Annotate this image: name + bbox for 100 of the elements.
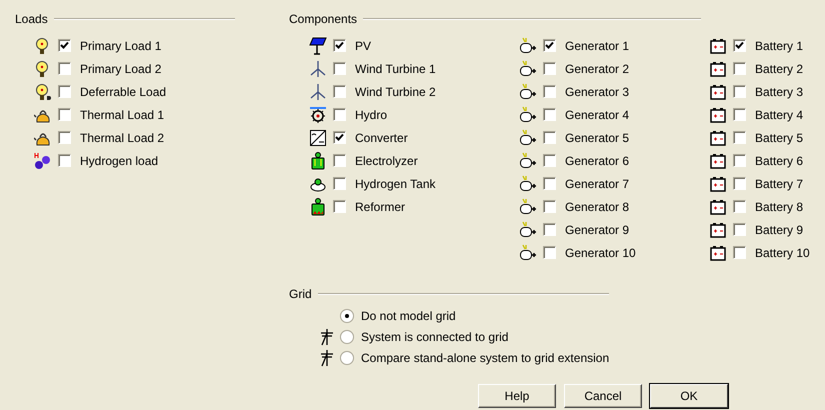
checkbox[interactable] xyxy=(333,154,346,167)
checkbox[interactable] xyxy=(58,62,71,75)
generator-icon xyxy=(519,198,537,216)
checkbox-label[interactable]: PV xyxy=(355,38,372,52)
radio-button[interactable] xyxy=(340,308,354,322)
battery-icon xyxy=(709,128,727,146)
battery-icon xyxy=(709,220,727,238)
dialog-button[interactable]: Cancel xyxy=(564,384,642,408)
checkbox[interactable] xyxy=(733,108,746,121)
dialog-button[interactable]: Help xyxy=(478,384,556,408)
battery-icon xyxy=(709,244,727,262)
checkbox-label[interactable]: Battery 8 xyxy=(755,200,804,214)
reformer-icon xyxy=(309,198,327,216)
checkbox-label[interactable]: Wind Turbine 2 xyxy=(355,84,436,98)
checkbox[interactable] xyxy=(333,200,346,213)
checkbox[interactable] xyxy=(733,39,746,52)
battery-icon xyxy=(709,174,727,192)
generator-icon xyxy=(519,152,537,170)
checkbox-label[interactable]: Thermal Load 1 xyxy=(80,108,164,122)
power-pole-icon xyxy=(318,328,336,346)
checkbox-label[interactable]: Wind Turbine 1 xyxy=(355,62,436,76)
checkbox[interactable] xyxy=(543,108,556,121)
checkbox-label[interactable]: Hydrogen Tank xyxy=(355,176,436,190)
generator-icon xyxy=(519,174,537,192)
checkbox[interactable] xyxy=(543,154,556,167)
checkbox-label[interactable]: Reformer xyxy=(355,200,406,214)
light-bulb-icon xyxy=(34,82,52,100)
battery-icon xyxy=(709,106,727,124)
checkbox-label[interactable]: Battery 6 xyxy=(755,154,804,168)
checkbox[interactable] xyxy=(58,39,71,52)
checkbox[interactable] xyxy=(733,246,746,259)
checkbox[interactable] xyxy=(58,85,71,98)
checkbox-label[interactable]: Battery 7 xyxy=(755,176,804,190)
checkbox-label[interactable]: Generator 8 xyxy=(565,200,630,214)
checkbox[interactable] xyxy=(333,131,346,144)
checkbox[interactable] xyxy=(543,39,556,52)
checkbox[interactable] xyxy=(333,177,346,190)
radio-label[interactable]: Compare stand-alone system to grid extension xyxy=(361,350,610,364)
generator-icon xyxy=(519,60,537,78)
checkbox-label[interactable]: Generator 3 xyxy=(565,84,630,98)
checkbox[interactable] xyxy=(543,177,556,190)
generator-icon xyxy=(519,82,537,100)
checkbox[interactable] xyxy=(543,85,556,98)
checkbox[interactable] xyxy=(733,154,746,167)
checkbox-label[interactable]: Generator 1 xyxy=(565,38,630,52)
checkbox-label[interactable]: Generator 7 xyxy=(565,176,630,190)
checkbox-label[interactable]: Generator 6 xyxy=(565,154,630,168)
checkbox-label[interactable]: Battery 10 xyxy=(755,246,810,260)
checkbox-label[interactable]: Battery 9 xyxy=(755,222,804,236)
dialog-button[interactable]: OK xyxy=(650,384,728,408)
checkbox-label[interactable]: Primary Load 1 xyxy=(80,38,162,52)
checkbox[interactable] xyxy=(733,131,746,144)
checkbox-label[interactable]: Converter xyxy=(355,130,408,144)
checkbox-label[interactable]: Battery 5 xyxy=(755,130,804,144)
battery-icon xyxy=(709,152,727,170)
checkbox-label[interactable]: Battery 4 xyxy=(755,108,804,122)
power-pole-icon xyxy=(318,348,336,366)
checkbox-label[interactable]: Generator 9 xyxy=(565,222,630,236)
checkbox[interactable] xyxy=(733,85,746,98)
generator-icon xyxy=(519,36,537,54)
checkbox-label[interactable]: Generator 10 xyxy=(565,246,636,260)
battery-icon xyxy=(709,36,727,54)
checkbox[interactable] xyxy=(543,131,556,144)
checkbox[interactable] xyxy=(333,62,346,75)
checkbox-label[interactable]: Generator 4 xyxy=(565,108,630,122)
checkbox[interactable] xyxy=(333,85,346,98)
checkbox-label[interactable]: Primary Load 2 xyxy=(80,62,162,76)
checkbox-label[interactable]: Electrolyzer xyxy=(355,154,418,168)
checkbox-label[interactable]: Battery 1 xyxy=(755,38,804,52)
checkbox[interactable] xyxy=(543,62,556,75)
checkbox[interactable] xyxy=(333,108,346,121)
checkbox-label[interactable]: Hydrogen load xyxy=(80,154,158,168)
radio-button[interactable] xyxy=(340,350,354,364)
checkbox-label[interactable]: Battery 3 xyxy=(755,84,804,98)
radio-label[interactable]: System is connected to grid xyxy=(361,330,508,344)
water-wheel-icon xyxy=(309,106,327,124)
checkbox[interactable] xyxy=(58,108,71,121)
molecule-icon xyxy=(34,152,52,170)
section-title: Grid xyxy=(289,287,312,301)
checkbox[interactable] xyxy=(733,223,746,236)
checkbox[interactable] xyxy=(543,223,556,236)
checkbox-label[interactable]: Thermal Load 2 xyxy=(80,130,164,144)
checkbox-label[interactable]: Deferrable Load xyxy=(80,84,166,98)
checkbox-label[interactable]: Generator 5 xyxy=(565,130,630,144)
wind-turbine-icon xyxy=(309,82,327,100)
solar-panel-icon xyxy=(309,36,327,54)
checkbox-label[interactable]: Hydro xyxy=(355,108,388,122)
checkbox[interactable] xyxy=(543,246,556,259)
checkbox[interactable] xyxy=(733,62,746,75)
checkbox[interactable] xyxy=(733,177,746,190)
checkbox[interactable] xyxy=(333,39,346,52)
checkbox[interactable] xyxy=(58,154,71,167)
radio-button[interactable] xyxy=(340,330,354,344)
checkbox[interactable] xyxy=(543,200,556,213)
radio-label[interactable]: Do not model grid xyxy=(361,308,456,322)
checkbox-label[interactable]: Battery 2 xyxy=(755,62,804,76)
checkbox[interactable] xyxy=(58,131,71,144)
checkbox-label[interactable]: Generator 2 xyxy=(565,62,630,76)
section-title: Components xyxy=(289,12,358,26)
checkbox[interactable] xyxy=(733,200,746,213)
